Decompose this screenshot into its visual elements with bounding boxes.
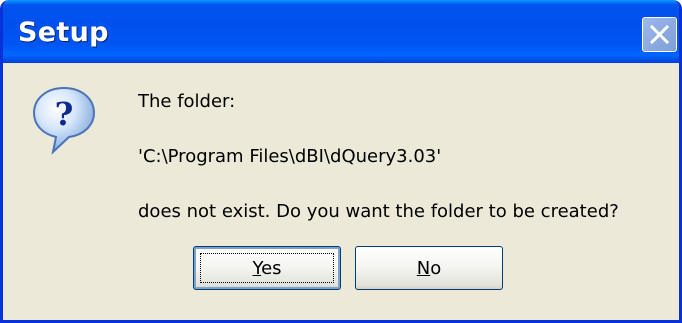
dialog-body: ? The folder: 'C:\Program Files\dBI\dQue…: [3, 63, 679, 320]
close-icon: [649, 24, 670, 45]
svg-text:?: ?: [55, 95, 74, 133]
window-title: Setup: [18, 17, 109, 48]
message-line-1: The folder:: [138, 91, 236, 112]
no-button[interactable]: No: [355, 246, 503, 290]
no-button-label: No: [416, 257, 442, 279]
yes-button[interactable]: Yes: [193, 246, 341, 290]
close-button[interactable]: [642, 17, 677, 52]
message-folder-path: 'C:\Program Files\dBI\dQuery3.03': [138, 146, 442, 167]
setup-dialog-window: Setup ? The folder: 'C:\Program Files\dB…: [0, 0, 682, 323]
title-bar[interactable]: Setup: [3, 0, 679, 63]
focus-rectangle: [200, 253, 334, 283]
message-line-3: does not exist. Do you want the folder t…: [138, 201, 619, 222]
question-icon: ?: [31, 85, 97, 159]
